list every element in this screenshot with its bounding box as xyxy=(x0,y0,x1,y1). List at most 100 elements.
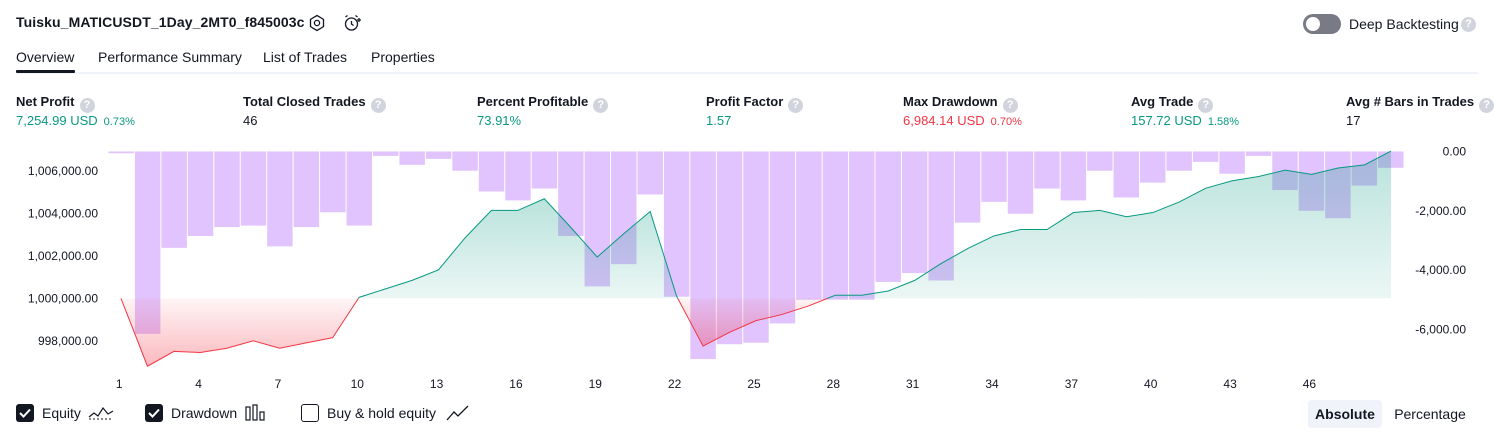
x-axis-tick-label: 43 xyxy=(1223,377,1237,391)
left-axis-tick-label: 1,000,000.00 xyxy=(28,291,98,305)
x-axis-tick-label: 10 xyxy=(351,377,365,391)
x-axis-tick-label: 31 xyxy=(906,377,920,391)
help-icon[interactable]: ? xyxy=(593,98,609,113)
drawdown-bar xyxy=(187,151,214,236)
buyhold-line-icon xyxy=(446,403,470,428)
add-alert-clock-icon[interactable] xyxy=(342,13,362,33)
active-tab-indicator xyxy=(16,70,75,73)
drawdown-bar xyxy=(1219,151,1245,174)
x-axis-tick-label: 19 xyxy=(589,377,603,391)
left-axis-tick-label: 1,002,000.00 xyxy=(28,249,98,263)
drawdown-bars-icon xyxy=(245,404,267,427)
x-axis-tick-label: 37 xyxy=(1065,377,1079,391)
drawdown-bar xyxy=(267,151,293,247)
drawdown-bar xyxy=(637,151,663,195)
help-icon[interactable]: ? xyxy=(1479,98,1494,113)
drawdown-bar xyxy=(478,151,505,192)
tab-overview[interactable]: Overview xyxy=(16,49,74,65)
drawdown-bar xyxy=(954,151,981,223)
help-icon[interactable]: ? xyxy=(79,98,95,113)
x-axis-tick-label: 22 xyxy=(668,377,682,391)
x-axis-tick-label: 46 xyxy=(1303,377,1317,391)
drawdown-bar xyxy=(1113,151,1140,198)
drawdown-bar xyxy=(320,151,346,213)
drawdown-bar xyxy=(1140,151,1166,183)
left-axis-tick-label: 1,006,000.00 xyxy=(28,164,98,178)
drawdown-bar xyxy=(1166,151,1192,171)
drawdown-bar xyxy=(531,151,558,189)
absolute-button[interactable]: Absolute xyxy=(1308,400,1382,428)
right-axis-tick-label: -2,000.00 xyxy=(1415,204,1466,218)
metric-avg-bars-value: 17 xyxy=(1346,113,1361,128)
drawdown-bar xyxy=(452,151,478,171)
drawdown-bar xyxy=(293,151,320,228)
metric-percent-profitable-label: Percent Profitable? xyxy=(477,94,609,113)
help-icon[interactable]: ? xyxy=(1198,98,1214,113)
drawdown-legend-label: Drawdown xyxy=(171,405,238,421)
help-icon[interactable]: ? xyxy=(1461,17,1476,32)
drawdown-bar xyxy=(875,151,901,282)
strategy-title: Tuisku_MATICUSDT_1Day_2MT0_f845003c xyxy=(16,14,305,30)
metric-total-closed-trades-value: 46 xyxy=(243,113,258,128)
x-axis-tick-label: 28 xyxy=(827,377,841,391)
x-axis-tick-label: 16 xyxy=(509,377,523,391)
left-axis-tick-label: 1,004,000.00 xyxy=(28,207,98,221)
drawdown-bar xyxy=(372,151,399,156)
metric-avg-trade-label: Avg Trade? xyxy=(1131,94,1214,113)
drawdown-bar xyxy=(161,151,187,248)
metric-avg-bars-label: Avg # Bars in Trades? xyxy=(1346,94,1494,113)
metric-profit-factor-value: 1.57 xyxy=(706,113,732,128)
percentage-button[interactable]: Percentage xyxy=(1389,400,1471,428)
drawdown-bar xyxy=(505,151,531,201)
left-axis-tick-label: 998,000.00 xyxy=(38,334,98,348)
equity-drawdown-chart: 1,006,000.00 1,004,000.00 1,002,000.00 1,00… xyxy=(28,144,1467,391)
drawdown-bar xyxy=(901,151,928,274)
metric-net-profit-value: 7,254.99 USD 0.73% xyxy=(16,113,135,128)
x-axis-tick-label: 1 xyxy=(116,377,123,391)
drawdown-bar xyxy=(240,151,267,226)
drawdown-bar xyxy=(1060,151,1087,201)
equity-area-negative xyxy=(121,298,359,367)
tab-divider xyxy=(16,72,1478,74)
help-icon[interactable]: ? xyxy=(788,98,804,113)
equity-legend-label: Equity xyxy=(42,405,81,421)
equity-checkbox[interactable] xyxy=(16,404,34,422)
drawdown-bar xyxy=(769,151,796,324)
drawdown-bar xyxy=(1087,151,1113,171)
x-axis-tick-label: 4 xyxy=(195,377,202,391)
right-axis-tick-label: -6,000.00 xyxy=(1415,322,1466,336)
settings-gear-icon[interactable] xyxy=(307,13,327,33)
deep-backtesting-toggle[interactable] xyxy=(1303,14,1341,34)
metric-percent-profitable-value: 73.91% xyxy=(477,113,522,128)
drawdown-bar xyxy=(346,151,372,226)
x-axis-tick-label: 13 xyxy=(430,377,444,391)
help-icon[interactable]: ? xyxy=(1002,98,1018,113)
right-axis-tick-label: -4,000.00 xyxy=(1415,263,1466,277)
x-axis-tick-label: 40 xyxy=(1144,377,1158,391)
tab-performance-summary[interactable]: Performance Summary xyxy=(98,49,242,65)
drawdown-bar xyxy=(1245,151,1272,156)
drawdown-checkbox[interactable] xyxy=(145,404,163,422)
metric-max-drawdown-label: Max Drawdown? xyxy=(903,94,1018,113)
metric-total-closed-trades-label: Total Closed Trades? xyxy=(243,94,386,113)
tab-list-of-trades[interactable]: List of Trades xyxy=(263,49,347,65)
metric-net-profit-label: Net Profit? xyxy=(16,94,95,113)
equity-line-icon xyxy=(88,403,114,428)
deep-backtesting-label: Deep Backtesting xyxy=(1349,16,1459,32)
drawdown-bar xyxy=(981,151,1007,202)
buy-hold-checkbox[interactable] xyxy=(301,404,319,422)
tab-properties[interactable]: Properties xyxy=(371,49,435,65)
drawdown-bar xyxy=(822,151,849,300)
metric-avg-trade-value: 157.72 USD 1.58% xyxy=(1131,113,1240,128)
drawdown-bar xyxy=(425,151,452,159)
drawdown-bar xyxy=(796,151,822,300)
drawdown-bar xyxy=(108,151,134,154)
x-axis-tick-label: 25 xyxy=(747,377,761,391)
metric-max-drawdown-value: 6,984.14 USD 0.70% xyxy=(903,113,1022,128)
help-icon[interactable]: ? xyxy=(370,98,386,113)
right-axis-tick-label: 0.00 xyxy=(1443,144,1467,158)
drawdown-bar xyxy=(1034,151,1060,189)
drawdown-bar xyxy=(849,151,875,300)
metric-profit-factor-label: Profit Factor? xyxy=(706,94,804,113)
x-axis-tick-label: 7 xyxy=(275,377,282,391)
